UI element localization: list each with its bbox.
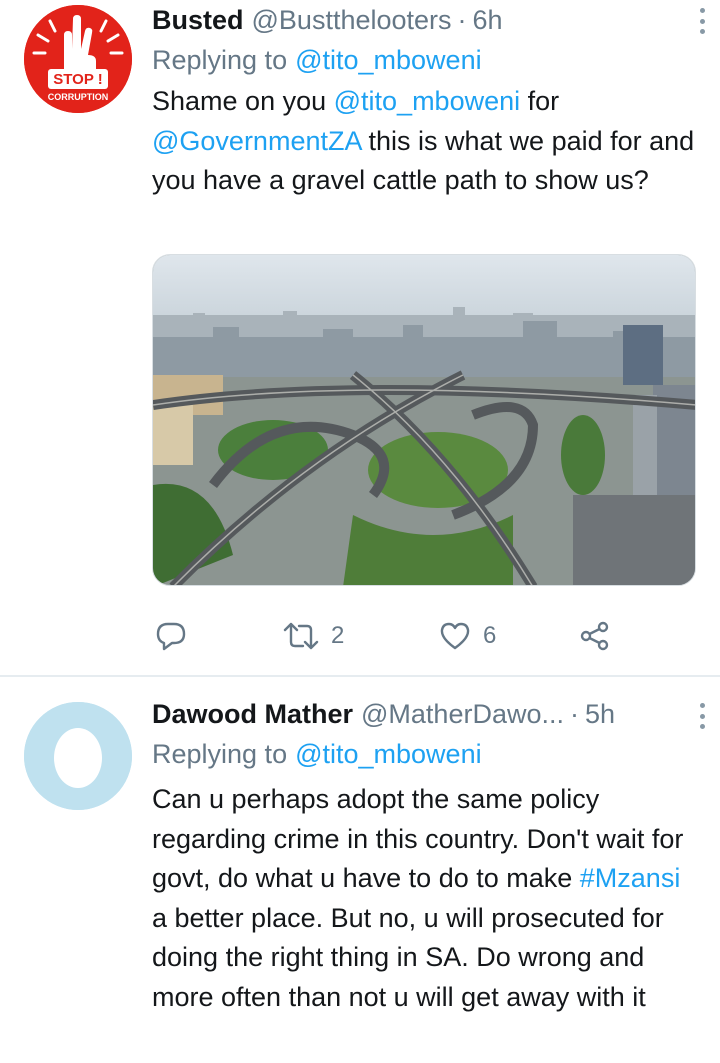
retweet-count: 2 [331, 622, 345, 649]
svg-text:CORRUPTION: CORRUPTION [48, 92, 109, 102]
replying-label: Replying to [152, 738, 288, 769]
replying-to: Replying to @tito_mboweni [152, 734, 700, 774]
tweet-header: Busted @Bustthelooters · 6h [152, 0, 700, 40]
text-segment: a better place. But no, u will prosecute… [152, 902, 664, 1012]
tweet-content: Dawood Mather @MatherDawo... · 5h Replyi… [152, 694, 700, 1017]
tweet-content: Busted @Bustthelooters · 6h Replying to … [152, 0, 700, 201]
timestamp[interactable]: 6h [473, 5, 503, 36]
like-button[interactable]: 6 [439, 614, 496, 658]
mention-link[interactable]: @tito_mboweni [295, 739, 482, 770]
avatar-dawood-mather[interactable] [24, 702, 132, 810]
text-segment: Shame on you [152, 86, 334, 116]
hashtag-link[interactable]: #Mzansi [580, 863, 681, 893]
user-handle[interactable]: @Bustthelooters [252, 5, 452, 36]
like-icon [440, 622, 470, 650]
mention-link[interactable]: @GovernmentZA [152, 126, 361, 156]
replying-label: Replying to [152, 44, 288, 75]
tweet-header: Dawood Mather @MatherDawo... · 5h [152, 694, 700, 734]
share-button[interactable] [579, 614, 611, 658]
separator-dot: · [570, 698, 579, 729]
highway-interchange-image [153, 255, 695, 585]
mention-link[interactable]: @tito_mboweni [295, 45, 482, 76]
like-count: 6 [483, 622, 497, 649]
reply-button[interactable] [155, 614, 187, 658]
tweet-text: Shame on you @tito_mboweni for @Governme… [152, 82, 700, 201]
user-handle[interactable]: @MatherDawo... [361, 699, 564, 730]
more-icon[interactable] [698, 8, 706, 34]
tweet-busted[interactable]: STOP ! CORRUPTION Busted @Bustthelooters… [0, 0, 720, 677]
retweet-button[interactable]: 2 [283, 614, 344, 658]
timestamp[interactable]: 5h [585, 699, 615, 730]
tweet-actions: 2 6 [155, 614, 625, 658]
default-egg-avatar-icon [24, 702, 132, 810]
share-icon [580, 621, 609, 651]
tweet-text: Can u perhaps adopt the same policy rega… [152, 780, 700, 1017]
display-name[interactable]: Dawood Mather [152, 699, 353, 730]
separator-dot: · [457, 4, 467, 35]
tweet-image[interactable] [152, 254, 696, 586]
retweet-icon [283, 622, 319, 650]
stop-corruption-logo: STOP ! CORRUPTION [24, 5, 132, 113]
avatar-busted[interactable]: STOP ! CORRUPTION [24, 5, 132, 113]
mention-link[interactable]: @tito_mboweni [334, 86, 521, 116]
reply-icon [156, 622, 186, 651]
replying-to: Replying to @tito_mboweni [152, 40, 700, 80]
tweet-dawood-mather[interactable]: Dawood Mather @MatherDawo... · 5h Replyi… [0, 677, 720, 1063]
more-icon[interactable] [698, 703, 706, 729]
svg-text:STOP !: STOP ! [53, 71, 102, 88]
text-segment: for [520, 86, 560, 116]
display-name[interactable]: Busted [152, 5, 244, 36]
